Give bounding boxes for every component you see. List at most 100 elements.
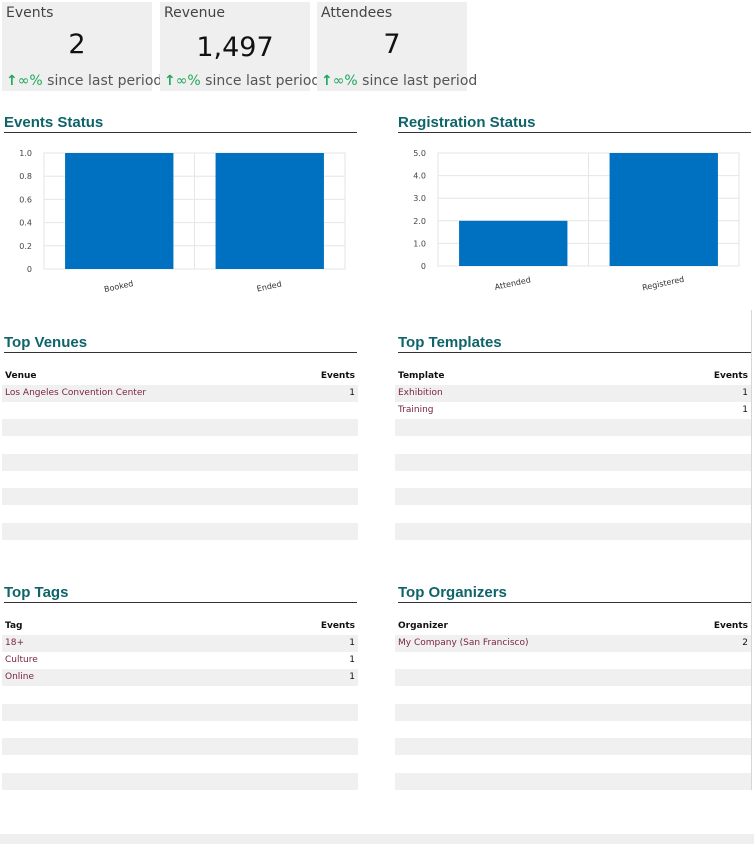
row-name-link[interactable]: Training	[398, 405, 434, 415]
empty-row	[2, 437, 358, 454]
table-header: Tag Events	[2, 618, 358, 634]
empty-row	[2, 505, 358, 522]
empty-row	[2, 540, 358, 557]
column-header-events: Events	[713, 371, 748, 381]
top-tags-table: Tag Events 18+ 1 Culture 1 Online 1	[2, 618, 358, 793]
trend-text: since last period	[357, 73, 478, 89]
kpi-label: Events	[6, 5, 54, 21]
x-tick-label: Registered	[641, 275, 685, 293]
trend-percent: ∞%	[17, 73, 43, 89]
kpi-label: Attendees	[321, 5, 393, 21]
events-status-chart: 0 0.2 0.4 0.6 0.8 1.0 Booked Ended	[0, 140, 360, 304]
y-tick-label: 4.0	[413, 172, 426, 181]
y-tick-label: 1.0	[413, 239, 426, 248]
row-count: 2	[742, 638, 748, 648]
table-row[interactable]: Culture 1	[2, 652, 358, 669]
empty-row	[395, 488, 751, 506]
bar	[459, 220, 568, 266]
events-status-chart-svg: 0 0.2 0.4 0.6 0.8 1.0 Booked Ended	[19, 149, 346, 294]
kpi-trend: ↑∞% since last period	[164, 73, 320, 89]
section-title-events-status: Events Status	[4, 114, 357, 133]
empty-row	[395, 703, 751, 721]
row-name-link[interactable]: Culture	[5, 655, 38, 665]
top-templates-table: Template Events Exhibition 1 Training 1	[395, 368, 751, 543]
row-count: 1	[742, 405, 748, 416]
table-row[interactable]: Online 1	[2, 669, 358, 687]
row-count: 1	[349, 638, 355, 648]
empty-row	[395, 772, 751, 790]
y-tick-label: 5.0	[413, 149, 426, 158]
row-name-link[interactable]: My Company (San Francisco)	[398, 638, 528, 648]
y-tick-label: 0.6	[19, 195, 32, 204]
row-count: 1	[349, 672, 355, 683]
empty-row	[2, 772, 358, 790]
empty-row	[2, 419, 358, 437]
empty-row	[2, 721, 358, 738]
empty-row	[2, 738, 358, 756]
row-count: 1	[349, 655, 355, 666]
empty-row	[2, 790, 358, 807]
section-title-top-organizers: Top Organizers	[398, 584, 751, 603]
table-header: Venue Events	[2, 368, 358, 384]
empty-row	[395, 652, 751, 669]
arrow-up-icon: ↑	[321, 73, 333, 89]
y-tick-label: 2.0	[413, 217, 426, 226]
top-organizers-table: Organizer Events My Company (San Francisco…	[395, 618, 751, 793]
column-header-events: Events	[320, 621, 355, 631]
top-venues-table: Venue Events Los Angeles Convention Center…	[2, 368, 358, 543]
column-header-events: Events	[713, 621, 748, 631]
empty-row	[2, 488, 358, 506]
kpi-events-card[interactable]: Events 2 ↑∞% since last period	[2, 2, 162, 91]
table-row[interactable]: Training 1	[395, 402, 751, 419]
table-row[interactable]: 18+ 1	[2, 635, 358, 652]
y-tick-label: 0.2	[19, 242, 32, 251]
kpi-trend: ↑∞% since last period	[321, 73, 477, 89]
empty-row	[395, 505, 751, 522]
empty-row	[395, 755, 751, 772]
x-tick-label: Booked	[103, 279, 134, 294]
empty-row	[2, 687, 358, 704]
table-row[interactable]: My Company (San Francisco) 2	[395, 635, 751, 652]
empty-row	[2, 703, 358, 721]
empty-row	[395, 522, 751, 540]
column-header: Venue	[5, 371, 37, 381]
row-count: 1	[742, 388, 748, 398]
empty-row	[395, 471, 751, 488]
trend-percent: ∞%	[175, 73, 201, 89]
x-tick-label: Ended	[256, 280, 283, 294]
kpi-label: Revenue	[164, 5, 225, 21]
empty-row	[2, 453, 358, 471]
x-tick-label: Attended	[494, 275, 532, 291]
kpi-row: Events 2 ↑∞% since last period Revenue 1…	[0, 0, 754, 95]
row-name-link[interactable]: Los Angeles Convention Center	[5, 388, 146, 398]
section-title-top-tags: Top Tags	[4, 584, 357, 603]
empty-row	[395, 669, 751, 687]
table-row[interactable]: Los Angeles Convention Center 1	[2, 385, 358, 402]
panel-divider	[751, 310, 752, 790]
column-header: Organizer	[398, 621, 448, 631]
footer-strip	[0, 834, 754, 844]
registration-status-chart: 0 1.0 2.0 3.0 4.0 5.0 Attended Registered	[394, 140, 754, 304]
row-name-link[interactable]: 18+	[5, 638, 24, 648]
y-tick-label: 1.0	[19, 149, 32, 158]
y-tick-label: 0.4	[19, 219, 32, 228]
kpi-value: 7	[383, 29, 401, 60]
row-name-link[interactable]: Online	[5, 672, 34, 682]
y-tick-label: 3.0	[413, 194, 426, 203]
section-title-registration-status: Registration Status	[398, 114, 751, 133]
column-header: Tag	[5, 621, 23, 631]
table-row[interactable]: Exhibition 1	[395, 385, 751, 402]
empty-row	[395, 540, 751, 557]
empty-row	[395, 790, 751, 807]
empty-row	[395, 453, 751, 471]
empty-row	[395, 419, 751, 437]
bar	[215, 153, 324, 269]
arrow-up-icon: ↑	[164, 73, 176, 89]
kpi-value: 2	[68, 29, 86, 60]
empty-row	[395, 687, 751, 704]
row-name-link[interactable]: Exhibition	[398, 388, 443, 398]
empty-row	[2, 755, 358, 772]
arrow-up-icon: ↑	[6, 73, 18, 89]
kpi-revenue-card[interactable]: Revenue 1,497 ↑∞% since last period	[160, 2, 320, 91]
kpi-attendees-card[interactable]: Attendees 7 ↑∞% since last period	[317, 2, 477, 91]
